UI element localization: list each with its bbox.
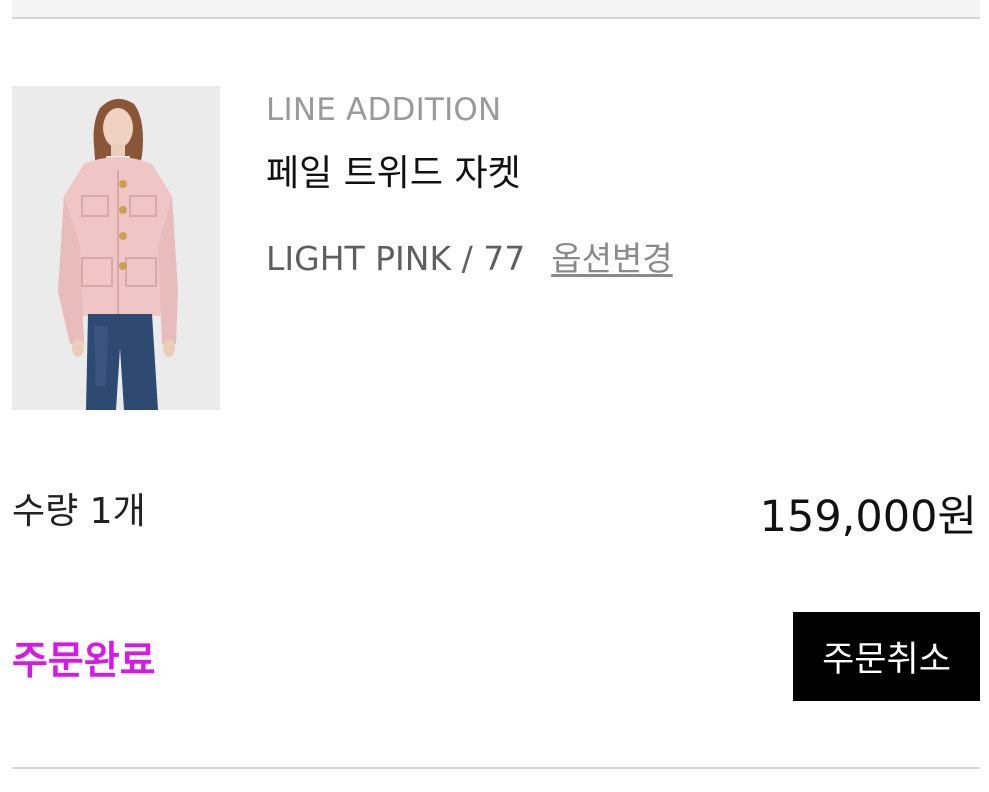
previous-section-bottom <box>12 0 980 17</box>
cancel-order-button[interactable]: 주문취소 <box>793 612 980 701</box>
top-divider <box>12 17 980 19</box>
change-option-link[interactable]: 옵션변경 <box>551 232 672 280</box>
order-status: 주문완료 <box>12 639 156 684</box>
product-photo-icon <box>12 86 220 410</box>
price-label: 159,000원 <box>759 492 977 542</box>
order-item-card: LINE ADDITION 페일 트위드 자켓 LIGHT PINK / 77 … <box>0 0 989 792</box>
product-image[interactable] <box>12 86 220 410</box>
brand-name: LINE ADDITION <box>266 92 502 128</box>
bottom-divider <box>12 767 980 769</box>
product-name[interactable]: 페일 트위드 자켓 <box>266 144 521 196</box>
option-row: LIGHT PINK / 77 옵션변경 <box>266 232 673 280</box>
quantity-label: 수량 1개 <box>12 491 146 532</box>
selected-option: LIGHT PINK / 77 <box>266 239 526 278</box>
